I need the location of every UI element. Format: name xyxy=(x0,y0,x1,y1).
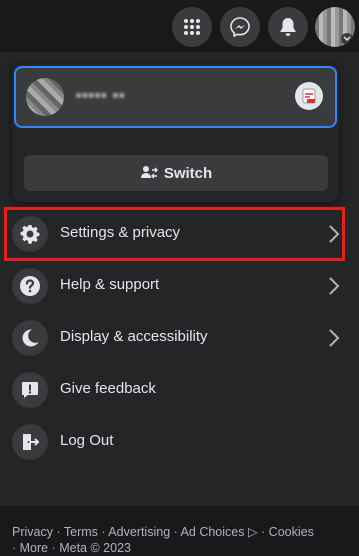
notifications-bell-icon xyxy=(280,18,296,36)
account-menu: ▪▪▪▪▪ ▪▪ Switch Settings & privacy Help … xyxy=(0,52,359,555)
profile-name: ▪▪▪▪▪ ▪▪ xyxy=(76,87,126,104)
menu-item-help-support[interactable]: Help & support xyxy=(0,260,359,312)
menu-item-log-out[interactable]: Log Out xyxy=(0,416,359,468)
chevron-right-icon xyxy=(329,277,340,295)
account-avatar-button[interactable] xyxy=(315,7,355,47)
menu-item-label: Display & accessibility xyxy=(60,328,208,345)
menu-item-give-feedback[interactable]: Give feedback xyxy=(0,364,359,416)
switch-profile-button[interactable]: Switch xyxy=(24,155,328,191)
menu-item-label: Log Out xyxy=(60,432,114,449)
switch-accounts-icon xyxy=(140,166,158,179)
feedback-icon xyxy=(12,372,48,408)
footer-links: Privacy · Terms · Advertising · Ad Choic… xyxy=(12,524,347,556)
profile-card: ▪▪▪▪▪ ▪▪ Switch xyxy=(12,64,339,202)
notifications-button[interactable] xyxy=(268,7,308,47)
chevron-right-icon xyxy=(329,329,340,347)
gear-icon xyxy=(12,216,48,252)
profile-row[interactable]: ▪▪▪▪▪ ▪▪ xyxy=(14,66,337,128)
footer-line-1[interactable]: Privacy · Terms · Advertising · Ad Choic… xyxy=(12,524,347,540)
avatar xyxy=(26,78,64,116)
menu-item-display-accessibility[interactable]: Display & accessibility xyxy=(0,312,359,364)
menu-item-label: Help & support xyxy=(60,276,160,293)
menu-item-label: Settings & privacy xyxy=(60,224,181,241)
menu-item-settings-privacy[interactable]: Settings & privacy xyxy=(0,208,359,260)
profile-status-icon xyxy=(295,82,323,110)
messenger-button[interactable] xyxy=(220,7,260,47)
messenger-icon xyxy=(230,17,250,37)
switch-label: Switch xyxy=(163,164,213,182)
chevron-right-icon xyxy=(329,225,340,243)
menu-item-label: Give feedback xyxy=(60,380,156,397)
logout-icon xyxy=(12,424,48,460)
moon-icon xyxy=(12,320,48,356)
top-bar xyxy=(0,0,359,52)
question-icon xyxy=(12,268,48,304)
chevron-down-icon xyxy=(341,33,353,45)
footer-line-2[interactable]: · More · Meta © 2023 xyxy=(12,540,347,556)
menu-grid-icon xyxy=(184,19,200,35)
menu-grid-button[interactable] xyxy=(172,7,212,47)
